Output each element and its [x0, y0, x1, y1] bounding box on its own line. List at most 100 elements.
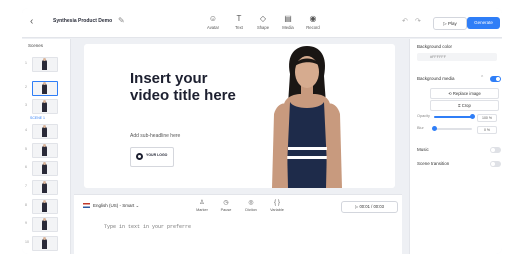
crop-button[interactable]: ⌗ Crop: [430, 100, 499, 111]
background-media-toggle[interactable]: [490, 76, 501, 82]
script-text-input[interactable]: Type in text in your preferre: [104, 224, 191, 230]
opacity-value[interactable]: 100 %: [477, 114, 497, 122]
chevron-left-icon[interactable]: ‹: [30, 16, 33, 27]
scenes-panel: Scenes 1 2 3 4 5 6 7 8 9 10 SCENE 1: [22, 39, 71, 254]
variable-label: Variable: [270, 208, 284, 212]
chevron-down-icon: ⌄: [135, 203, 140, 208]
logo-text: YOUR LOGO: [146, 153, 168, 157]
redo-icon[interactable]: ↷: [415, 17, 421, 25]
presenter-avatar[interactable]: [262, 44, 352, 188]
play-label: Play: [447, 21, 457, 26]
shape-icon: ◇: [259, 14, 267, 23]
scene-thumbnail[interactable]: [32, 217, 58, 232]
blur-slider-knob[interactable]: [431, 126, 437, 131]
scene-number: 4: [25, 128, 27, 132]
properties-panel: Background color #FFFFFF Background medi…: [409, 39, 502, 254]
scene-avatar-thumbnail: [42, 181, 47, 193]
play-icon: ▷: [443, 21, 447, 26]
scene-number: 5: [25, 147, 27, 151]
avatar-icon: ☺: [208, 14, 218, 23]
media-icon: ▤: [284, 14, 292, 23]
project-title[interactable]: Synthesia Product Demo: [53, 18, 112, 24]
scene-avatar-thumbnail: [42, 144, 47, 156]
text-tool-button[interactable]: T Text: [226, 14, 252, 30]
diction-button[interactable]: ◎ Diction: [239, 200, 263, 212]
shape-tool-button[interactable]: ◇ Shape: [250, 14, 276, 30]
scene-thumbnail[interactable]: [32, 143, 58, 158]
scene-number: 10: [25, 240, 29, 244]
scene-number: 9: [25, 221, 27, 225]
scene-thumbnail[interactable]: [32, 99, 58, 114]
scene-thumbnail[interactable]: [32, 57, 58, 72]
scene-avatar-thumbnail: [42, 162, 47, 174]
diction-icon: ◎: [248, 200, 254, 206]
marker-button[interactable]: ♙ Marker: [190, 200, 214, 212]
scene-number: 6: [25, 165, 27, 169]
record-icon: ◉: [309, 14, 317, 23]
record-tool-label: Record: [306, 25, 320, 30]
scene-number: 7: [25, 184, 27, 188]
scene-thumbnail[interactable]: [32, 180, 58, 195]
marker-icon: ♙: [199, 200, 205, 206]
scene-thumbnail[interactable]: [32, 161, 58, 176]
scene-number: 2: [25, 85, 27, 89]
scene-transition-toggle[interactable]: [490, 161, 501, 167]
pause-label: Pause: [220, 208, 232, 212]
variable-button[interactable]: { } Variable: [265, 200, 289, 212]
video-title-text[interactable]: Insert your video title here: [130, 70, 250, 104]
subheadline-text[interactable]: Add sub-headline here: [130, 133, 180, 139]
us-flag-icon: [83, 203, 90, 209]
blur-value[interactable]: 0 %: [477, 126, 497, 134]
music-toggle[interactable]: [490, 147, 501, 153]
scene-number: 3: [25, 103, 27, 107]
scene-avatar-thumbnail: [42, 100, 47, 112]
scene-avatar-thumbnail: [42, 200, 47, 212]
pause-icon: ◷: [223, 200, 229, 206]
scene-number: 1: [25, 61, 27, 65]
avatar-tool-button[interactable]: ☺ Avatar: [200, 14, 226, 30]
undo-icon[interactable]: ↶: [402, 17, 408, 25]
music-label: Music: [417, 147, 429, 152]
scene-thumbnail[interactable]: [32, 124, 58, 139]
avatar-tool-label: Avatar: [206, 25, 220, 30]
preview-play-button[interactable]: ▷ 00:01 / 00:03: [341, 201, 398, 213]
scene-avatar-thumbnail: [42, 218, 47, 230]
top-toolbar: ‹ Synthesia Product Demo ✎ ☺ Avatar T Te…: [22, 8, 502, 38]
chevron-up-icon[interactable]: ⌃: [480, 75, 484, 81]
scene-number: 8: [25, 203, 27, 207]
marker-label: Marker: [196, 208, 208, 212]
background-media-label: Background media: [417, 76, 455, 81]
logo-placeholder[interactable]: YOUR LOGO: [130, 147, 174, 167]
scene-thumbnail[interactable]: [32, 81, 58, 96]
background-color-field[interactable]: #FFFFFF: [417, 53, 497, 61]
media-tool-button[interactable]: ▤ Media: [275, 14, 301, 30]
background-color-label: Background color: [417, 44, 453, 49]
scene-thumbnail[interactable]: [32, 236, 58, 251]
scene-transition-label: Scene transition: [417, 161, 450, 166]
blur-label: Blur: [417, 126, 424, 130]
script-panel: English (US) - Smart ⌄ ♙ Marker ◷ Pause …: [74, 194, 402, 254]
text-tool-label: Text: [235, 25, 243, 30]
play-button[interactable]: ▷ Play: [433, 17, 467, 30]
record-tool-button[interactable]: ◉ Record: [300, 14, 326, 30]
variable-icon: { }: [274, 200, 280, 206]
opacity-slider[interactable]: [434, 114, 475, 119]
language-selector[interactable]: English (US) - Smart ⌄: [83, 203, 139, 209]
blur-slider[interactable]: [431, 126, 472, 131]
timecode: 00:01 / 00:03: [359, 204, 384, 209]
generate-button[interactable]: Generate: [467, 17, 500, 29]
shape-tool-label: Shape: [256, 25, 270, 30]
replace-image-label: Replace image: [452, 91, 481, 96]
selected-scene-label: SCENE 1: [30, 116, 45, 120]
opacity-slider-knob[interactable]: [469, 114, 475, 119]
scene-avatar-thumbnail: [42, 237, 47, 249]
opacity-slider-fill: [434, 116, 472, 118]
replace-image-button[interactable]: ⟲ Replace image: [430, 88, 499, 99]
scene-canvas[interactable]: Insert your video title here Add sub-hea…: [84, 44, 395, 188]
pencil-icon[interactable]: ✎: [118, 16, 125, 25]
scene-avatar-thumbnail: [42, 82, 47, 94]
scene-thumbnail[interactable]: [32, 199, 58, 214]
scene-avatar-thumbnail: [42, 58, 47, 70]
diction-label: Diction: [245, 208, 257, 212]
pause-button[interactable]: ◷ Pause: [214, 200, 238, 212]
